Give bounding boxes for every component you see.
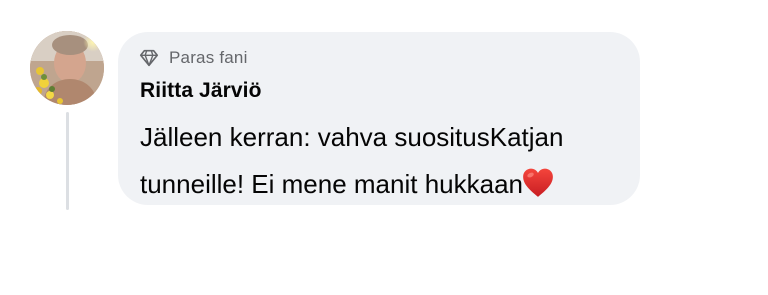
thread-line xyxy=(66,112,69,210)
comment-text: Jälleen kerran: vahva suositusKatjan tun… xyxy=(140,114,630,208)
comment-body: Jälleen kerran: vahva suositusKatjan tun… xyxy=(140,122,564,199)
comment-bubble: Paras fani Riitta Järviö Jälleen kerran:… xyxy=(118,32,640,205)
diamond-icon xyxy=(139,49,159,67)
comment-row: Paras fani Riitta Järviö Jälleen kerran:… xyxy=(0,0,768,295)
fan-badge[interactable]: Paras fani xyxy=(139,45,618,71)
red-heart-icon xyxy=(523,168,553,197)
badge-label: Paras fani xyxy=(169,48,248,67)
author-name[interactable]: Riitta Järviö xyxy=(140,79,618,103)
avatar[interactable] xyxy=(30,31,104,105)
avatar-image xyxy=(30,31,104,105)
